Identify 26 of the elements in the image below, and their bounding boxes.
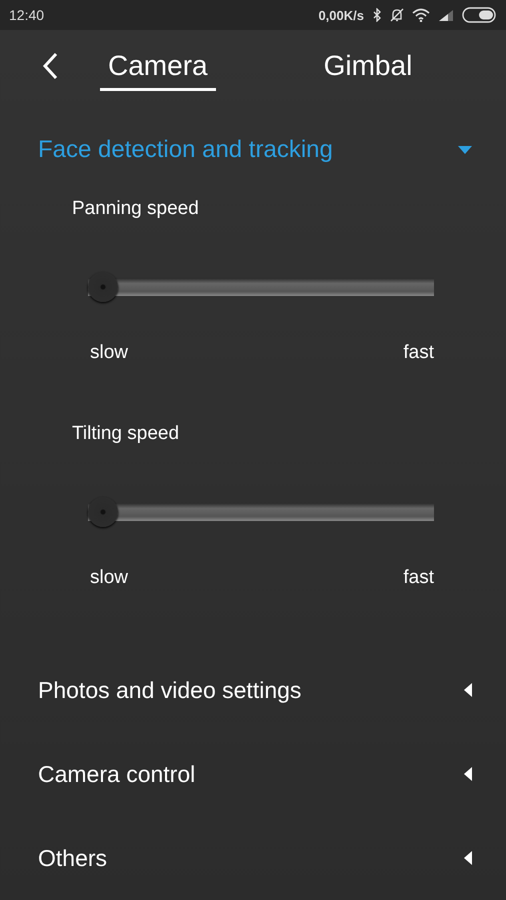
tab[interactable]: Gimbal [316,42,420,90]
section-title[interactable]: Photos and video settings [38,676,302,704]
caret-left-icon[interactable] [464,683,472,697]
bluetooth-icon [372,8,382,22]
caret-left-icon[interactable] [464,851,472,865]
back-icon[interactable] [42,52,58,80]
slider-max-label: fast [403,567,434,589]
slider-min-label: slow [90,567,128,589]
status-time: 12:40 [9,7,44,23]
wifi-icon [412,8,430,22]
slider-label: Panning speed [72,198,200,220]
tab[interactable]: Camera [100,42,216,90]
section-title[interactable]: Others [38,844,108,872]
slider-thumb[interactable] [88,497,118,527]
caret-down-icon[interactable] [458,146,472,154]
muted-bell-icon [390,8,404,22]
section-title[interactable]: Camera control [38,760,196,788]
slider-thumb[interactable] [88,272,118,302]
slider-label: Tilting speed [72,423,180,445]
slider-max-label: fast [403,342,434,364]
battery-icon [462,7,496,23]
network-speed: 0,00K/s [318,8,364,22]
section-title[interactable]: Face detection and tracking [38,136,333,164]
caret-left-icon[interactable] [464,767,472,781]
signal-icon [438,9,454,21]
slider-min-label: slow [90,342,128,364]
